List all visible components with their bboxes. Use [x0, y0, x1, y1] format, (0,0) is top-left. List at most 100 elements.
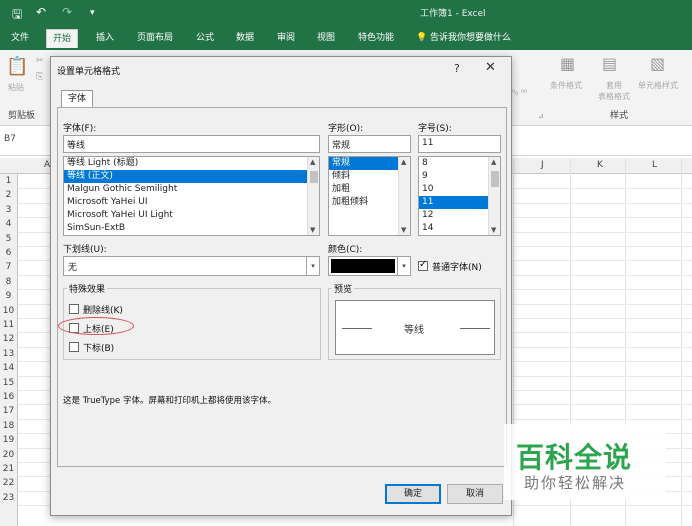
tab-special[interactable]: 特色功能	[356, 31, 396, 50]
row-header[interactable]: 13	[0, 349, 17, 359]
style-list-item[interactable]: 倾斜	[329, 170, 398, 183]
copy-icon[interactable]: ⎘	[36, 72, 43, 82]
clipboard-group-label: 剪贴板	[8, 111, 36, 121]
font-tab-panel: 字体(F): 等线 等线 Light (标题) 等线 (正文) Malgun Got…	[57, 107, 507, 467]
row-header[interactable]: 11	[0, 320, 17, 330]
font-name-input[interactable]: 等线	[63, 135, 320, 153]
cut-icon[interactable]: ✂	[36, 56, 44, 66]
font-style-listbox[interactable]: 常规 倾斜 加粗 加粗倾斜 ▲ ▼	[328, 156, 411, 236]
scroll-up-icon[interactable]: ▲	[401, 158, 406, 166]
size-list-item[interactable]: 10	[419, 183, 488, 196]
cancel-button[interactable]: 取消	[447, 484, 503, 504]
row-header[interactable]: 4	[0, 219, 17, 229]
name-box[interactable]: B7	[4, 134, 16, 144]
size-list-item[interactable]: 9	[419, 170, 488, 183]
tab-font[interactable]: 字体	[61, 90, 93, 108]
preview-line-right	[460, 328, 490, 329]
strikethrough-checkbox[interactable]	[69, 304, 79, 314]
close-button[interactable]: ✕	[485, 60, 496, 75]
size-list-scrollbar[interactable]: ▲ ▼	[488, 157, 500, 235]
row-header[interactable]: 17	[0, 406, 17, 416]
row-header[interactable]: 7	[0, 262, 17, 272]
dialog-launcher-icon[interactable]: ⊿	[538, 112, 544, 120]
row-header[interactable]: 16	[0, 392, 17, 402]
tab-view[interactable]: 视图	[315, 31, 337, 50]
conditional-format-button[interactable]: 条件格式	[550, 80, 582, 91]
font-listbox[interactable]: 等线 Light (标题) 等线 (正文) Malgun Gothic Semili…	[63, 156, 320, 236]
chevron-down-icon[interactable]: ▾	[306, 257, 319, 275]
row-header[interactable]: 12	[0, 334, 17, 344]
row-header[interactable]: 20	[0, 450, 17, 460]
font-list-item[interactable]: Malgun Gothic Semilight	[64, 183, 307, 196]
row-header[interactable]: 1	[0, 176, 17, 186]
conditional-format-icon[interactable]: ▦	[560, 54, 575, 73]
format-table-icon[interactable]: ▤	[602, 54, 617, 73]
row-header[interactable]: 10	[0, 306, 17, 316]
row-header[interactable]: 22	[0, 478, 17, 488]
format-as-table-button[interactable]: 套用 表格格式	[592, 80, 636, 102]
row-header[interactable]: 15	[0, 378, 17, 388]
help-button[interactable]: ?	[454, 62, 460, 75]
normal-font-checkbox[interactable]	[418, 259, 428, 271]
customize-toolbar-icon[interactable]: ▾	[90, 8, 95, 18]
font-list-item[interactable]: Microsoft YaHei UI Light	[64, 209, 307, 222]
cell-styles-icon[interactable]: ▧	[650, 54, 665, 73]
size-list-item[interactable]: 8	[419, 157, 488, 170]
row-header[interactable]: 21	[0, 464, 17, 474]
font-style-input[interactable]: 常规	[328, 135, 411, 153]
scroll-thumb[interactable]	[310, 171, 318, 183]
scroll-thumb[interactable]	[491, 171, 499, 187]
tab-data[interactable]: 数据	[234, 31, 256, 50]
cell-styles-button[interactable]: 单元格样式	[638, 80, 678, 91]
subscript-checkbox[interactable]	[69, 342, 79, 352]
row-header[interactable]: 18	[0, 421, 17, 431]
font-list-scrollbar[interactable]: ▲ ▼	[307, 157, 319, 235]
tab-page-layout[interactable]: 页面布局	[135, 31, 175, 50]
scroll-down-icon[interactable]: ▼	[491, 226, 496, 234]
column-l[interactable]: L	[652, 160, 657, 170]
row-header[interactable]: 14	[0, 363, 17, 373]
row-header[interactable]: 23	[0, 493, 17, 503]
size-list-item[interactable]: 12	[419, 209, 488, 222]
row-header[interactable]: 6	[0, 248, 17, 258]
ok-button[interactable]: 确定	[385, 484, 441, 504]
font-list-item[interactable]: Microsoft YaHei UI	[64, 196, 307, 209]
font-list-item[interactable]: 等线 (正文)	[64, 170, 307, 183]
row-header[interactable]: 2	[0, 190, 17, 200]
style-list-item[interactable]: 加粗倾斜	[329, 196, 398, 209]
row-header[interactable]: 19	[0, 435, 17, 445]
tab-insert[interactable]: 插入	[94, 31, 116, 50]
row-header[interactable]: 8	[0, 277, 17, 287]
scroll-down-icon[interactable]: ▼	[401, 226, 406, 234]
row-header[interactable]: 9	[0, 291, 17, 301]
font-size-listbox[interactable]: 8 9 10 11 12 14 ▲ ▼	[418, 156, 501, 236]
font-list-item[interactable]: SimSun-ExtB	[64, 222, 307, 235]
tab-file[interactable]: 文件	[9, 31, 31, 50]
redo-icon[interactable]: ↷	[62, 5, 72, 19]
font-size-input[interactable]: 11	[418, 135, 501, 153]
undo-icon[interactable]: ↶	[36, 5, 46, 19]
scroll-down-icon[interactable]: ▼	[310, 226, 315, 234]
scroll-up-icon[interactable]: ▲	[310, 158, 315, 166]
row-header[interactable]: 5	[0, 234, 17, 244]
paste-label[interactable]: 粘贴	[8, 82, 24, 93]
style-list-item[interactable]: 加粗	[329, 183, 398, 196]
column-j[interactable]: J	[541, 160, 544, 170]
save-icon[interactable]: 🖫	[12, 5, 22, 26]
size-list-item[interactable]: 14	[419, 222, 488, 235]
color-picker[interactable]: ▾	[328, 256, 411, 276]
tab-review[interactable]: 审阅	[275, 31, 297, 50]
tab-formulas[interactable]: 公式	[194, 31, 216, 50]
scroll-up-icon[interactable]: ▲	[491, 158, 496, 166]
size-list-item[interactable]: 11	[419, 196, 488, 209]
paste-icon[interactable]: 📋	[6, 56, 28, 77]
chevron-down-icon[interactable]: ▾	[397, 257, 410, 275]
column-k[interactable]: K	[597, 160, 603, 170]
font-list-item[interactable]: 等线 Light (标题)	[64, 157, 307, 170]
tell-me-input[interactable]: 告诉我你想要做什么	[428, 31, 513, 50]
underline-select[interactable]: 无 ▾	[63, 256, 320, 276]
style-list-item[interactable]: 常规	[329, 157, 398, 170]
style-list-scrollbar[interactable]: ▲ ▼	[398, 157, 410, 235]
tab-home[interactable]: 开始	[46, 29, 79, 48]
row-header[interactable]: 3	[0, 205, 17, 215]
